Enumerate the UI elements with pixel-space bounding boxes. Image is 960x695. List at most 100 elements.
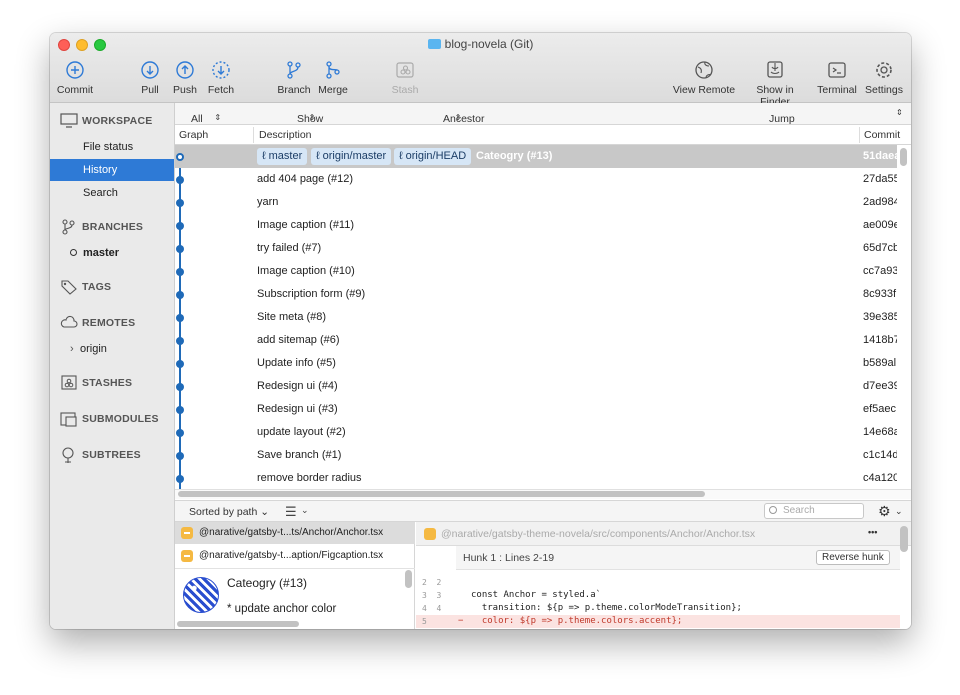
file-search-input[interactable]: Search	[764, 503, 864, 519]
commit-hash: 2ad984	[863, 196, 897, 208]
remote-branch-filter-select[interactable]: Show Remote Branches ⇕	[297, 108, 341, 149]
branch-item-master[interactable]: master	[70, 247, 119, 259]
order-select[interactable]: Ancestor Order ⇕	[443, 108, 484, 137]
graph-column-header[interactable]: Graph	[179, 129, 208, 141]
description-column-header[interactable]: Description	[259, 129, 312, 141]
commit-row[interactable]: Redesign ui (#3) ef5aec	[175, 398, 897, 421]
branch-button[interactable]: Branch	[275, 59, 313, 96]
commit-hash: c1c14d	[863, 449, 897, 461]
show-in-finder-button[interactable]: Show in Finder	[740, 59, 810, 108]
branch-icon	[287, 61, 301, 79]
file-item[interactable]: @narative/gatsby-t...ts/Anchor/Anchor.ts…	[175, 522, 415, 544]
commit-button[interactable]: Commit	[56, 59, 94, 96]
remotes-label: REMOTES	[82, 316, 136, 329]
fetch-button[interactable]: Fetch	[205, 59, 237, 96]
stash-icon	[61, 375, 77, 390]
branch-tag[interactable]: ℓ origin/master	[311, 148, 392, 165]
commit-list-vertical-scrollbar[interactable]	[900, 148, 907, 166]
commit-row[interactable]: remove border radius c4a120	[175, 467, 897, 490]
commit-hash: 27da55	[863, 173, 897, 185]
pull-button[interactable]: Pull	[138, 59, 162, 96]
commit-description: add sitemap (#6)	[257, 334, 340, 346]
commit-node	[176, 268, 184, 276]
divider	[175, 568, 415, 569]
sidebar-item-search[interactable]: Search	[50, 182, 174, 204]
commit-row[interactable]: update layout (#2) 14e68a	[175, 421, 897, 444]
updown-icon[interactable]: ⇕	[896, 108, 903, 117]
chevron-down-icon[interactable]: ⌄	[301, 505, 309, 516]
commit-description: Cateogry (#13)	[476, 150, 553, 162]
history-filter-bar: All Branches ⇕ Show Remote Branches ⇕ An…	[175, 103, 911, 149]
sidebar-item-file-status[interactable]: File status	[50, 136, 174, 158]
sort-label: Sorted by path	[189, 506, 258, 518]
remotes-section-header[interactable]: REMOTES	[60, 315, 135, 331]
commit-row[interactable]: ℓ master ℓ origin/master ℓ origin/HEAD Cate…	[175, 145, 897, 168]
commit-row[interactable]: Redesign ui (#4) d7ee39	[175, 375, 897, 398]
branch-tag[interactable]: ℓ origin/HEAD	[394, 148, 472, 165]
settings-button[interactable]: Settings	[862, 59, 906, 96]
chevron-down-icon[interactable]: ⌄	[895, 506, 903, 517]
commit-description: Site meta (#8)	[257, 311, 327, 323]
sidebar-item-history[interactable]: History	[50, 159, 174, 181]
diff-line[interactable]: 4 4 transition: ${p => p.theme.colorMode…	[416, 602, 900, 615]
commit-list-horizontal-scrollbar[interactable]	[178, 491, 705, 497]
column-divider[interactable]	[253, 127, 254, 143]
gear-icon[interactable]: ⚙	[878, 503, 891, 520]
commit-row[interactable]: add 404 page (#12) 27da55	[175, 168, 897, 191]
master-branch-label: master	[83, 247, 120, 259]
diff-file-path: @narative/gatsby-theme-novela/src/compon…	[441, 528, 756, 540]
commit-node	[176, 222, 184, 230]
stashes-section-header[interactable]: STASHES	[60, 375, 132, 391]
reverse-hunk-button[interactable]: Reverse hunk	[816, 550, 890, 565]
sort-select[interactable]: Sorted by path ⌄	[189, 506, 269, 518]
commit-row[interactable]: try failed (#7) 65d7cb	[175, 237, 897, 260]
more-options-icon[interactable]: •••	[868, 527, 877, 537]
pull-icon	[141, 61, 159, 79]
commit-row[interactable]: Subscription form (#9) 8c933f	[175, 283, 897, 306]
commit-row[interactable]: add sitemap (#6) 1418b7	[175, 329, 897, 352]
workspace-section-header[interactable]: WORKSPACE	[60, 113, 152, 129]
diff-line[interactable]: 3 3 const Anchor = styled.a`	[416, 589, 900, 602]
terminal-button[interactable]: Terminal	[815, 59, 859, 96]
submodule-icon	[60, 412, 77, 427]
branch-icon	[62, 219, 75, 235]
tags-section-header[interactable]: TAGS	[60, 279, 111, 295]
push-button[interactable]: Push	[172, 59, 198, 96]
file-item[interactable]: @narative/gatsby-t...aption/Figcaption.t…	[175, 545, 415, 567]
files-horizontal-scrollbar[interactable]	[177, 621, 299, 627]
line-numbers: 5	[422, 617, 437, 626]
branch-filter-select[interactable]: All Branches ⇕	[191, 108, 235, 137]
removed-sign: −	[458, 616, 464, 626]
branch-tag[interactable]: ℓ master	[257, 148, 308, 165]
diff-scrollbar[interactable]	[900, 526, 908, 552]
folder-icon	[427, 39, 441, 49]
commit-hash: cc7a93	[863, 265, 897, 277]
app-window: blog-novela (Git) Commit Pull Push Fetch…	[50, 33, 911, 629]
commit-row[interactable]: Update info (#5) b589al	[175, 352, 897, 375]
submodules-section-header[interactable]: SUBMODULES	[60, 411, 159, 427]
list-view-icon[interactable]: ☰	[285, 504, 297, 520]
remote-item-origin[interactable]: › origin	[70, 343, 107, 355]
commit-row[interactable]: Image caption (#11) ae009e	[175, 214, 897, 237]
push-icon	[176, 61, 194, 79]
subtrees-section-header[interactable]: SUBTREES	[60, 447, 141, 463]
commit-list[interactable]: ℓ master ℓ origin/master ℓ origin/HEAD Cate…	[175, 145, 897, 490]
commit-row[interactable]: yarn 2ad984	[175, 191, 897, 214]
commit-row[interactable]: Image caption (#10) cc7a93	[175, 260, 897, 283]
diff-line-removed[interactable]: 5 − color: ${p => p.theme.colors.accent}…	[416, 615, 900, 628]
commit-detail-body: * update anchor color	[227, 603, 337, 615]
stash-button[interactable]: Stash	[390, 59, 420, 96]
commit-row[interactable]: Site meta (#8) 39e385	[175, 306, 897, 329]
view-remote-label: View Remote	[672, 84, 736, 96]
view-remote-button[interactable]: View Remote	[672, 59, 736, 96]
diff-line[interactable]: 2 2	[416, 576, 900, 589]
commit-row[interactable]: Save branch (#1) c1c14d	[175, 444, 897, 467]
commit-description: remove border radius	[257, 472, 362, 484]
commit-hash: 1418b7	[863, 334, 897, 346]
commit-detail-scrollbar[interactable]	[405, 570, 412, 588]
column-divider[interactable]	[859, 127, 860, 143]
merge-button[interactable]: Merge	[316, 59, 350, 96]
branches-section-header[interactable]: BRANCHES	[60, 219, 143, 235]
commit-column-header[interactable]: Commit	[864, 129, 900, 141]
commit-node	[176, 406, 184, 414]
